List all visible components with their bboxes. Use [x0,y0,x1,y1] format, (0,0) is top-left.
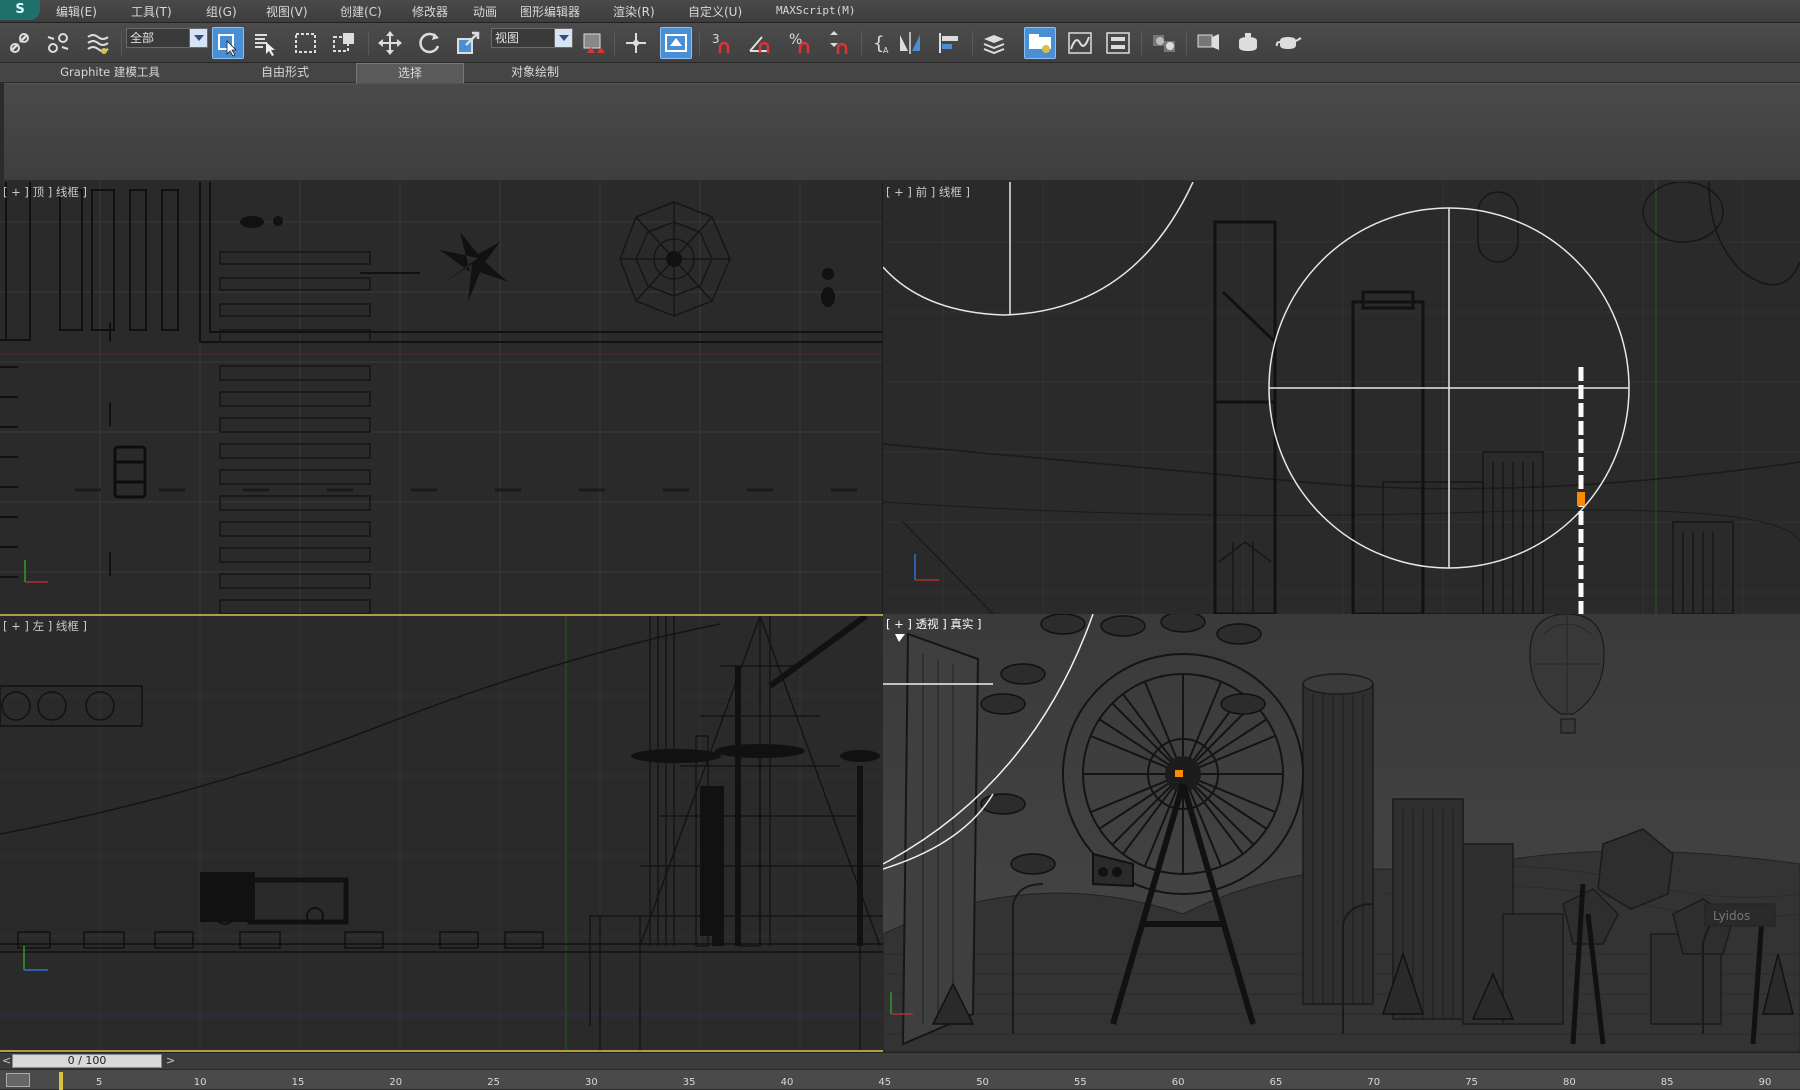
use-pivot-point-center-icon[interactable] [577,27,609,59]
select-and-rotate-icon[interactable] [413,27,445,59]
viewport-perspective-label[interactable]: [ + ] 透视 ] 真实 ] [886,616,982,632]
viewport-perspective[interactable]: [ + ] 透视 ] 真实 ] Lyidos [883,614,1800,1052]
mirror-icon[interactable] [894,27,926,59]
material-editor-icon[interactable] [1148,27,1180,59]
select-and-manipulate-icon[interactable] [620,27,652,59]
layer-manager-icon[interactable] [978,27,1010,59]
viewport-top[interactable]: [ + ] 顶 ] 线框 ] [0,182,883,614]
select-by-name-icon[interactable] [249,27,281,59]
schematic-view-icon[interactable] [1102,27,1134,59]
snaps-toggle-icon[interactable]: 3 [706,27,738,59]
ruler-tick-label: 25 [487,1077,500,1088]
viewport-top-label[interactable]: [ + ] 顶 ] 线框 ] [3,184,87,200]
select-object-icon[interactable] [212,27,244,59]
select-and-link-icon[interactable] [4,27,36,59]
graphite-modeling-tools-toggle-icon[interactable] [1024,27,1056,59]
app-logo-button[interactable]: S [0,0,40,20]
menu-group[interactable]: 组(G) [206,3,237,20]
ruler-tick-label: 20 [389,1077,403,1088]
align-icon[interactable] [934,27,966,59]
ruler-tick-label: 60 [1171,1077,1185,1088]
tab-freeform[interactable]: 自由形式 [230,63,340,83]
tab-object-paint[interactable]: 对象绘制 [480,63,590,83]
render-production-teapot-icon[interactable] [1272,27,1304,59]
tab-selection[interactable]: 选择 [356,63,464,83]
menu-rendering[interactable]: 渲染(R) [613,3,655,20]
time-slider-thumb[interactable]: 0 / 100 [12,1054,162,1068]
viewport-left[interactable]: [ + ] 左 ] 线框 ] [0,614,883,1052]
main-toolbar: 全部 视图 3 % {A [0,23,1800,63]
chevron-down-icon [554,29,572,47]
ruler-tick-label: 65 [1269,1077,1283,1088]
unlink-selection-icon[interactable] [42,27,74,59]
selection-filter-value: 全部 [130,31,155,45]
rectangular-selection-region-icon[interactable] [290,27,322,59]
viewport-left-label[interactable]: [ + ] 左 ] 线框 ] [3,618,87,634]
select-and-move-icon[interactable] [374,27,406,59]
ruler-tick-label: 10 [193,1077,207,1088]
window-crossing-icon[interactable] [328,27,360,59]
ruler-tick-label: 70 [1367,1077,1381,1088]
ruler-tick-label: 45 [878,1077,892,1088]
curve-editor-icon[interactable] [1064,27,1096,59]
time-slider-bar: < 0 / 100 > [0,1052,1800,1069]
reference-coordinate-value: 视图 [495,31,520,45]
ruler-tick-label: 80 [1563,1077,1576,1088]
ruler-tick-label: 75 [1465,1077,1478,1088]
ruler-tick-label: 5 [96,1077,103,1088]
ruler-tick-label: 50 [976,1077,989,1088]
ribbon-panel [4,83,1800,180]
menu-animation[interactable]: 动画 [473,3,497,20]
angle-snap-toggle-icon[interactable] [744,27,776,59]
ruler-tick-label: 85 [1660,1077,1674,1088]
left-wireframe-scene [0,616,883,1050]
viewport-front-label[interactable]: [ + ] 前 ] 线框 ] [886,184,970,200]
ruler-tick-label: 90 [1758,1077,1772,1088]
time-slider-prev-button[interactable]: < [2,1054,12,1068]
top-wireframe-scene [0,182,882,614]
ruler-tick-label: 55 [1074,1077,1087,1088]
tab-graphite-modeling-tools[interactable]: Graphite 建模工具 [8,63,212,83]
perspective-sign-text: Lyidos [1713,909,1750,923]
chevron-down-icon [189,29,207,47]
ruler-tick-label: 40 [780,1077,794,1088]
ruler-tick-label: 30 [585,1077,598,1088]
render-setup-icon[interactable] [1192,27,1224,59]
perspective-realistic-scene: Lyidos [883,614,1800,1052]
keyboard-shortcut-override-icon[interactable] [660,27,692,59]
ruler-tick-label: 15 [291,1077,305,1088]
menu-create[interactable]: 创建(C) [340,3,382,20]
svg-text:3: 3 [712,32,720,46]
percent-snap-toggle-icon[interactable]: % [784,27,816,59]
front-wireframe-scene [883,182,1800,614]
time-slider-next-button[interactable]: > [166,1054,178,1068]
menu-customize[interactable]: 自定义(U) [688,3,742,20]
reference-coordinate-dropdown[interactable]: 视图 [491,28,573,48]
mini-curve-editor-icon[interactable] [6,1073,30,1087]
menu-edit[interactable]: 编辑(E) [56,3,97,20]
svg-text:A: A [883,46,889,55]
menu-graph-editors[interactable]: 图形编辑器 [520,3,580,20]
menu-maxscript[interactable]: MAXScript(M) [776,4,855,17]
menu-views[interactable]: 视图(V) [266,3,308,20]
bind-to-space-warp-icon[interactable] [82,27,114,59]
ruler-tick-label: 35 [682,1077,696,1088]
select-and-scale-icon[interactable] [452,27,484,59]
selection-filter-dropdown[interactable]: 全部 [126,28,208,48]
menu-modifiers[interactable]: 修改器 [412,3,448,20]
viewport-front[interactable]: [ + ] 前 ] 线框 ] [883,182,1800,614]
max-application: S 编辑(E) 工具(T) 组(G) 视图(V) 创建(C) 修改器 动画 图形… [0,0,1800,1090]
track-bar[interactable]: 5101520253035404550556065707580859095 [0,1069,1800,1090]
menu-tools[interactable]: 工具(T) [131,3,172,20]
frame-ruler[interactable]: 5101520253035404550556065707580859095 [60,1070,1800,1090]
rendered-frame-window-icon[interactable] [1232,27,1264,59]
spinner-snap-toggle-icon[interactable] [822,27,854,59]
menu-bar: S 编辑(E) 工具(T) 组(G) 视图(V) 创建(C) 修改器 动画 图形… [0,0,1800,23]
ribbon-tab-bar: Graphite 建模工具 自由形式 选择 对象绘制 [0,63,1800,140]
